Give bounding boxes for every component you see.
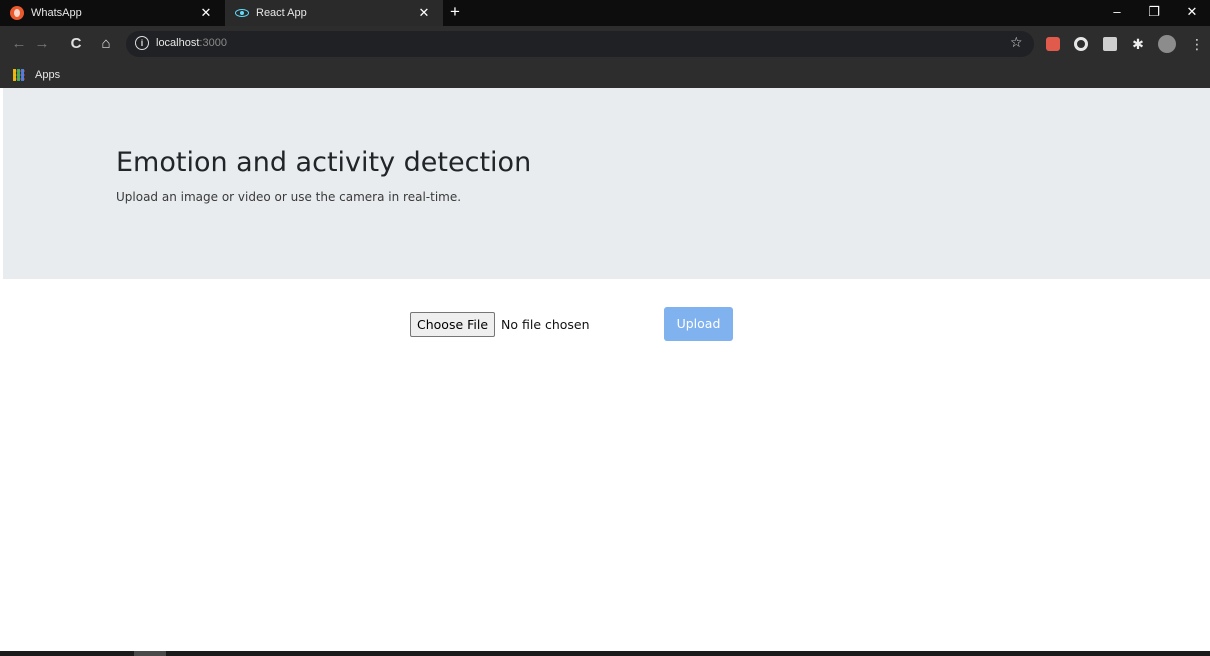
- circle-extension-icon[interactable]: [1074, 37, 1088, 51]
- tab-close-icon[interactable]: ✕: [197, 5, 215, 21]
- new-tab-icon[interactable]: +: [446, 3, 464, 21]
- page-title: Emotion and activity detection: [116, 147, 532, 178]
- react-favicon-icon: [235, 9, 249, 17]
- minimize-window-icon[interactable]: –: [1099, 0, 1135, 26]
- url-port: :3000: [199, 37, 227, 49]
- bookmark-star-icon[interactable]: ☆: [1010, 34, 1023, 51]
- camera-extension-icon[interactable]: [1103, 37, 1117, 51]
- jumbotron: [3, 88, 1210, 279]
- address-url[interactable]: localhost:3000: [156, 37, 227, 49]
- reload-icon[interactable]: C: [66, 34, 86, 54]
- back-arrow-icon[interactable]: ←: [9, 34, 29, 54]
- browser-tab-bar: WhatsApp ✕ React App ✕ + – ❐ ✕: [0, 0, 1210, 26]
- menu-dots-icon[interactable]: ⋮: [1190, 37, 1204, 51]
- taskbar-active-item[interactable]: [134, 651, 166, 656]
- home-icon[interactable]: ⌂: [96, 34, 116, 54]
- os-taskbar: [0, 651, 1210, 656]
- site-info-icon[interactable]: i: [135, 36, 149, 50]
- file-status-text: No file chosen: [501, 317, 590, 332]
- bookmarks-bar: Apps: [0, 63, 1210, 88]
- tab-title: React App: [256, 7, 307, 19]
- tab-close-icon[interactable]: ✕: [415, 5, 433, 21]
- tab-title: WhatsApp: [31, 7, 82, 19]
- whatsapp-favicon-icon: [10, 6, 24, 20]
- choose-file-button[interactable]: Choose File: [410, 312, 496, 337]
- address-bar[interactable]: i localhost:3000 ☆: [126, 31, 1034, 57]
- puzzle-extensions-icon[interactable]: ✱: [1131, 37, 1145, 51]
- browser-toolbar: ← → C ⌂ i localhost:3000 ☆ ✱ ⋮: [0, 26, 1210, 63]
- page-lead: Upload an image or video or use the came…: [116, 190, 462, 204]
- bookmark-apps[interactable]: Apps: [35, 69, 60, 81]
- close-window-icon[interactable]: ✕: [1174, 0, 1210, 26]
- shopping-extension-icon[interactable]: [1046, 37, 1060, 51]
- profile-avatar-icon[interactable]: [1158, 35, 1176, 53]
- tab-react-app[interactable]: React App ✕: [225, 0, 443, 26]
- url-host: localhost: [156, 37, 200, 49]
- apps-grid-icon[interactable]: [13, 69, 25, 81]
- forward-arrow-icon[interactable]: →: [32, 34, 52, 54]
- tab-whatsapp[interactable]: WhatsApp ✕: [0, 0, 225, 26]
- restore-window-icon[interactable]: ❐: [1136, 0, 1172, 26]
- upload-button[interactable]: Upload: [664, 307, 733, 341]
